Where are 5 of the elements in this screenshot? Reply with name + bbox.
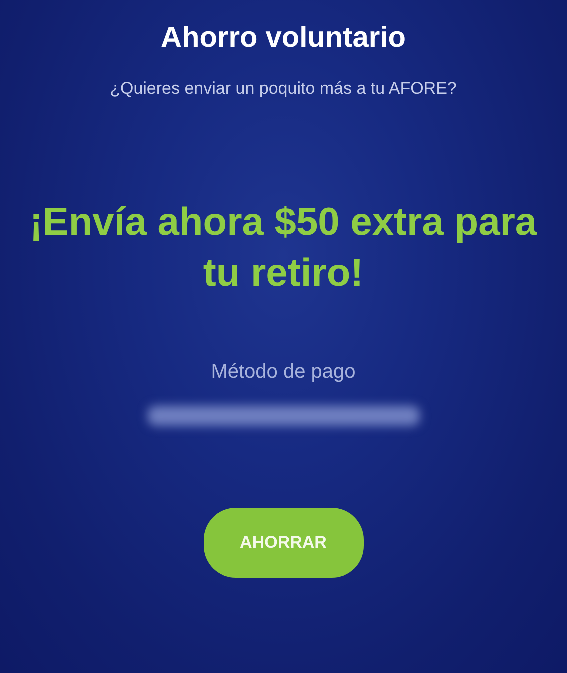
save-button[interactable]: AHORRAR [204,508,364,578]
promo-headline: ¡Envía ahora $50 extra para tu retiro! [28,200,538,297]
screen-title: Ahorro voluntario [161,22,406,55]
subtitle: ¿Quieres enviar un poquito más a tu AFORE? [110,79,457,99]
payment-method-label: Método de pago [211,361,356,384]
